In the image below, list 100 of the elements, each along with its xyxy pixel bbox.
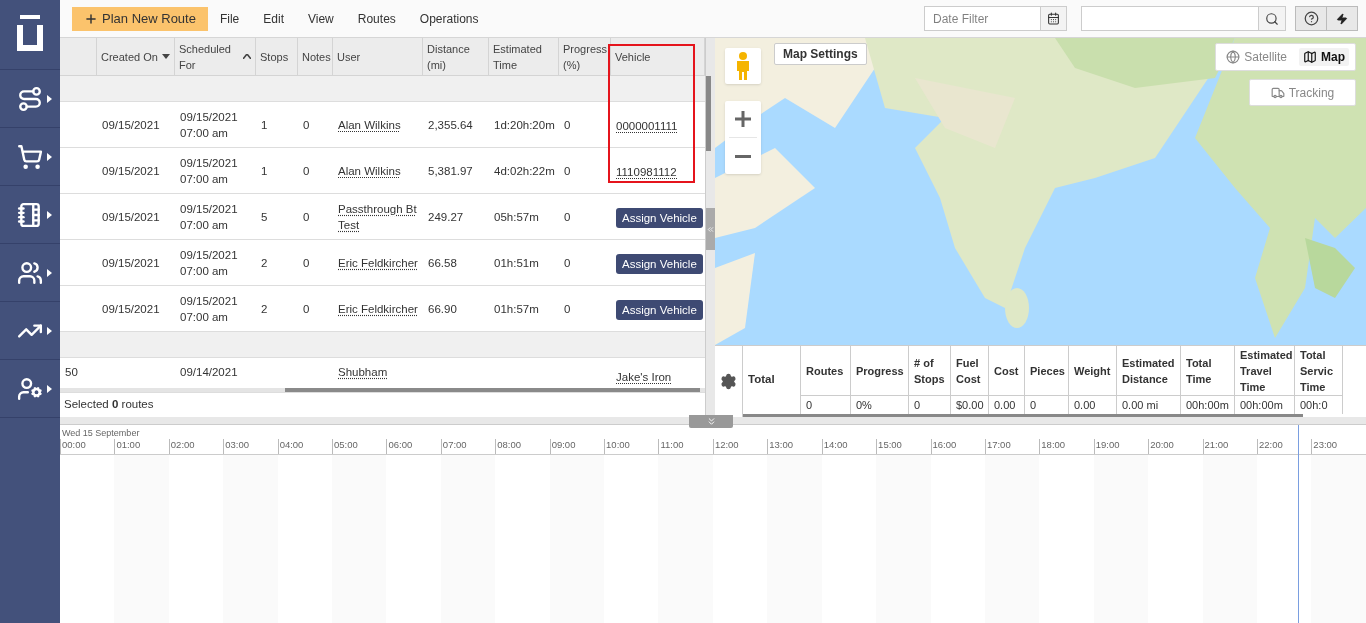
user-link[interactable]: Eric Feldkircher	[338, 300, 418, 317]
menu-item[interactable]: File	[207, 9, 252, 28]
hour-label: 14:00	[822, 439, 848, 451]
cart-icon[interactable]	[16, 143, 43, 170]
table-cell-text: 0	[563, 117, 572, 133]
column-header[interactable]: User	[333, 38, 423, 75]
column-header[interactable]: Created On	[97, 38, 175, 75]
hour-label: 04:00	[278, 439, 304, 451]
column-header: Routes	[801, 346, 850, 396]
caret-icon	[46, 210, 52, 219]
table-cell-text: 09/15/2021	[101, 255, 161, 271]
table-cell-text: 0	[563, 163, 572, 179]
vehicle-link[interactable]: Jake's Iron	[616, 371, 672, 384]
column-header[interactable]: Progress (%)	[559, 38, 611, 75]
hour-label: 02:00	[169, 439, 195, 451]
column-header[interactable]: Stops	[256, 38, 298, 75]
user-link[interactable]: Alan Wilkins	[338, 116, 418, 133]
table-cell-text: 2,355.64	[427, 117, 474, 133]
table-cell-text: 09/15/2021	[101, 209, 161, 225]
table-cell-text: 09/15/2021	[101, 117, 161, 133]
tracking-button[interactable]: Tracking	[1249, 79, 1356, 106]
vehicle-link[interactable]: 1110981112	[616, 165, 677, 179]
menu-item[interactable]: View	[296, 9, 346, 28]
date-filter-field[interactable]: Date Filter	[924, 6, 1041, 31]
map-type-tab[interactable]: Satellite	[1222, 48, 1291, 66]
map-icon	[1303, 50, 1317, 64]
map-type-tab[interactable]: Map	[1299, 48, 1349, 66]
search-icon	[1265, 11, 1279, 26]
sort-ascending-icon	[243, 54, 251, 59]
lightning-icon	[1336, 12, 1348, 25]
quick-action-button[interactable]	[1327, 6, 1358, 31]
column-header: Pieces	[1025, 346, 1068, 396]
help-button[interactable]	[1295, 6, 1327, 31]
menu-item[interactable]: Edit	[251, 9, 296, 28]
vehicle-link[interactable]: 0000001111	[616, 119, 678, 133]
table-cell-text: 66.90	[427, 301, 458, 317]
table-cell-text: 66.58	[427, 255, 458, 271]
hour-label: 19:00	[1094, 439, 1120, 451]
search-field[interactable]	[1081, 6, 1259, 31]
table-cell-text: 5	[260, 209, 269, 225]
table-cell-text: 00h:00m	[1185, 398, 1230, 413]
zoom-out-icon	[735, 154, 751, 158]
table-cell-text: 0	[563, 301, 572, 317]
plan-new-route-button[interactable]: Plan New Route	[72, 6, 208, 31]
person-icon	[736, 52, 750, 80]
column-header[interactable]: Scheduled For	[175, 38, 256, 75]
horizontal-scrollbar[interactable]	[285, 388, 700, 392]
user-gear-icon[interactable]	[16, 375, 43, 402]
hour-label: 00:00	[61, 439, 86, 451]
hour-label: 20:00	[1149, 439, 1174, 451]
assign-vehicle-button[interactable]: Assign Vehicle	[616, 300, 703, 321]
table-cell-text: 50	[64, 365, 79, 380]
table-cell-text: 249.27	[427, 209, 465, 225]
table-cell-text: 0.00	[1073, 398, 1097, 413]
table-cell-text: 0	[302, 301, 311, 317]
column-header[interactable]: Notes	[298, 38, 333, 75]
column-header: Fuel Cost	[951, 346, 988, 396]
menu-item[interactable]: Operations	[407, 9, 491, 28]
hour-label: 15:00	[877, 439, 902, 451]
calendar-button[interactable]	[1041, 6, 1067, 31]
table-cell-text: 0	[563, 209, 572, 225]
settings-icon[interactable]	[720, 373, 737, 390]
table-cell-text: 07:00 am	[180, 125, 229, 141]
column-header: Estimated Travel Time	[1235, 346, 1294, 396]
hour-label: 01:00	[115, 439, 141, 451]
notebook-icon[interactable]	[16, 201, 43, 228]
column-header: Total Servic Time	[1295, 346, 1342, 396]
table-cell-text: 1	[260, 117, 269, 133]
search-button[interactable]	[1259, 6, 1286, 31]
hour-label: 07:00	[441, 439, 467, 451]
collapse-handle[interactable]	[689, 415, 733, 428]
table-cell-text: 07:00 am	[180, 309, 229, 325]
expand-panel-handle[interactable]	[706, 208, 715, 250]
table-cell-text: 05h:57m	[493, 209, 540, 225]
route-icon[interactable]	[16, 85, 43, 112]
table-cell-text: 01h:57m	[493, 301, 540, 317]
table-cell-text: 0	[1029, 398, 1038, 413]
table-cell-text: 1	[260, 163, 269, 179]
menu-item[interactable]: Routes	[345, 9, 408, 28]
hour-label: 23:00	[1312, 439, 1338, 451]
hour-label: 11:00	[659, 439, 684, 451]
table-cell-text: 5,381.97	[427, 163, 474, 179]
people-icon[interactable]	[16, 259, 43, 286]
map-settings-button[interactable]: Map Settings	[774, 43, 867, 65]
user-link[interactable]: Shubham	[338, 364, 418, 380]
caret-icon	[46, 384, 52, 393]
table-cell-text: 0	[805, 398, 814, 413]
column-header[interactable]: Estimated Time	[489, 38, 559, 75]
table-cell-text: 00h:0	[1299, 398, 1329, 413]
vertical-scrollbar[interactable]	[706, 76, 711, 151]
table-cell-text: 09/15/2021	[180, 293, 239, 309]
assign-vehicle-button[interactable]: Assign Vehicle	[616, 208, 703, 229]
table-cell-text: 00h:00m	[1239, 398, 1284, 413]
truck-icon	[1270, 85, 1285, 100]
hour-label: 16:00	[931, 439, 957, 451]
user-link[interactable]: Eric Feldkircher	[338, 254, 418, 271]
user-link[interactable]: Alan Wilkins	[338, 162, 418, 179]
user-link[interactable]: Passthrough Bt Test	[338, 200, 418, 233]
column-header[interactable]: Distance (mi)	[423, 38, 489, 75]
assign-vehicle-button[interactable]: Assign Vehicle	[616, 254, 703, 275]
